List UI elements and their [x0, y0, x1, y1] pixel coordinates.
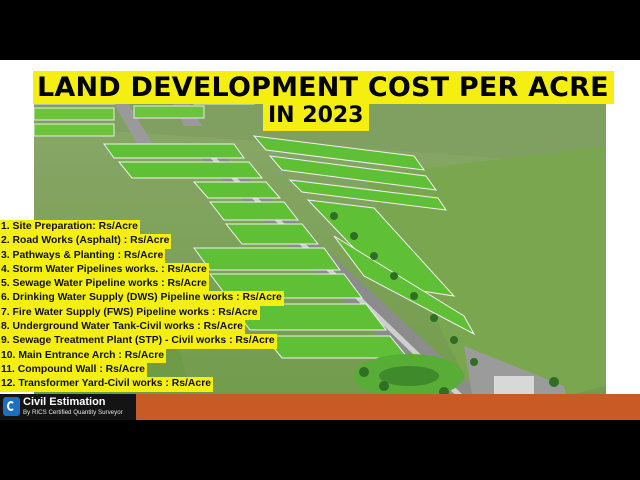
- list-item: 4. Storm Water Pipelines works. : Rs/Acr…: [0, 262, 209, 278]
- list-item: 5. Sewage Water Pipeline works : Rs/Acre: [0, 277, 209, 292]
- logo-name: Civil Estimation: [23, 396, 106, 408]
- title-line-2: IN 2023: [263, 101, 369, 131]
- list-item: 2. Road Works (Asphalt) : Rs/Acre: [0, 234, 172, 249]
- title-line-1: LAND DEVELOPMENT COST PER ACRE: [33, 71, 614, 104]
- list-item: 8. Underground Water Tank-Civil works : …: [0, 320, 245, 335]
- list-item: 7. Fire Water Supply (FWS) Pipeline work…: [0, 305, 260, 321]
- logo-icon: [3, 397, 20, 416]
- civil-estimation-logo: Civil Estimation By RICS Certified Quant…: [0, 394, 136, 420]
- thumbnail-frame: LAND DEVELOPMENT COST PER ACRE IN 2023 1…: [0, 60, 640, 420]
- list-item: 3. Pathways & Planting : Rs/Acre: [0, 248, 166, 263]
- list-item: 6. Drinking Water Supply (DWS) Pipeline …: [0, 291, 284, 306]
- list-item: 1. Site Preparation: Rs/Acre: [0, 220, 140, 235]
- logo-tagline: By RICS Certified Quantity Surveyor: [23, 409, 123, 416]
- cost-items-list: 1. Site Preparation: Rs/Acre 2. Road Wor…: [0, 220, 284, 392]
- list-item: 12. Transformer Yard-Civil works : Rs/Ac…: [0, 377, 214, 392]
- list-item: 10. Main Entrance Arch : Rs/Acre: [0, 348, 167, 363]
- list-item: 11. Compound Wall : Rs/Acre: [0, 362, 147, 378]
- list-item: 9. Sewage Treatment Plant (STP) - Civil …: [0, 334, 277, 349]
- brand-bar: [136, 394, 640, 420]
